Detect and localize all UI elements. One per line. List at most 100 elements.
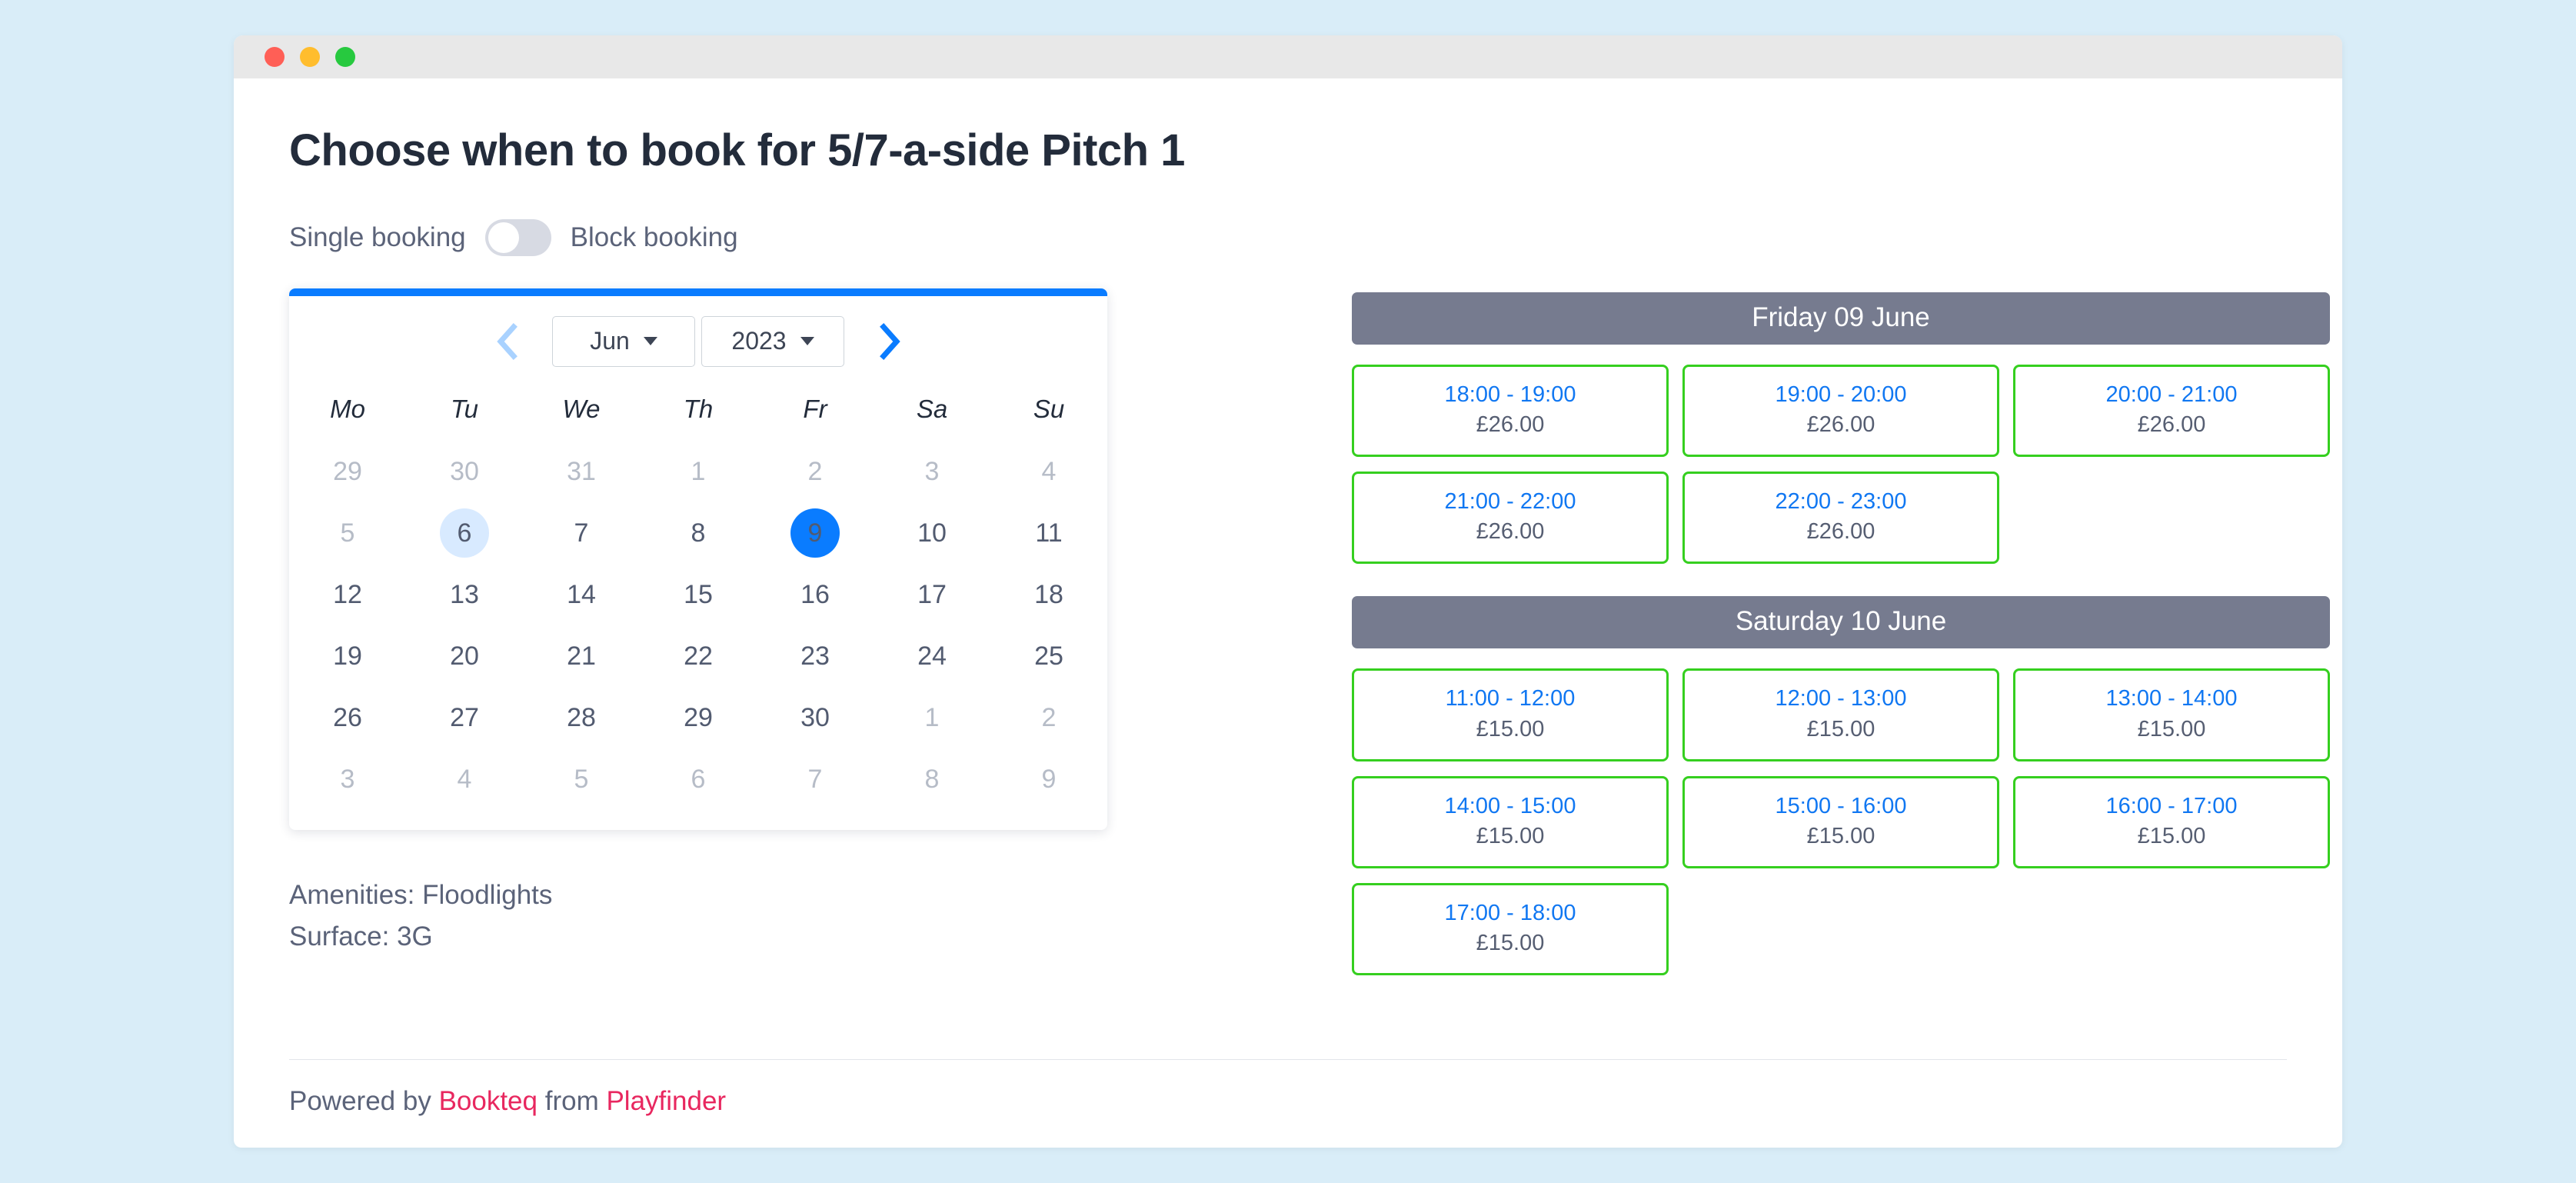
calendar-week-row: 3 4 5 6 7 8 9 xyxy=(289,748,1107,810)
time-slot-button[interactable]: 20:00 - 21:00 £26.00 xyxy=(2013,364,2330,458)
calendar-day[interactable]: 19 xyxy=(323,631,372,681)
time-slot-button[interactable]: 19:00 - 20:00 £26.00 xyxy=(1682,364,1999,458)
slot-day-group: Saturday 10 June 11:00 - 12:00 £15.00 12:00… xyxy=(1352,596,2330,976)
time-slot-button[interactable]: 21:00 - 22:00 £26.00 xyxy=(1352,472,1669,565)
time-slot-button[interactable]: 18:00 - 19:00 £26.00 xyxy=(1352,364,1669,458)
calendar-column: Jun 2023 Mo Tu We Th Fr Sa Su 29 30 31 1… xyxy=(289,288,1220,958)
calendar-day[interactable]: 16 xyxy=(790,570,840,619)
booking-mode-toggle-row: Single booking Block booking xyxy=(289,218,2287,256)
calendar-day-disabled: 5 xyxy=(340,518,355,548)
calendar-day-disabled: 2 xyxy=(1041,702,1057,732)
weekday-header: Sa xyxy=(916,394,948,423)
slot-time-label: 11:00 - 12:00 xyxy=(1445,686,1576,711)
slot-price-label: £26.00 xyxy=(1806,519,1875,545)
calendar-day-cell: 23 xyxy=(757,625,874,687)
calendar-day[interactable]: 18 xyxy=(1024,570,1073,619)
time-slot-button[interactable]: 15:00 - 16:00 £15.00 xyxy=(1682,775,1999,868)
time-slot-button[interactable]: 12:00 - 13:00 £15.00 xyxy=(1682,668,1999,761)
calendar-day[interactable]: 12 xyxy=(323,570,372,619)
slot-price-label: £15.00 xyxy=(1476,823,1545,848)
calendar-day-cell: 14 xyxy=(523,564,640,625)
calendar-day-disabled: 6 xyxy=(691,764,706,794)
calendar-day[interactable]: 28 xyxy=(557,693,606,742)
calendar-day[interactable]: 13 xyxy=(440,570,489,619)
calendar-day-disabled: 3 xyxy=(924,456,940,486)
calendar-body: 29 30 31 1 2 3 4 5 6 7 8 9 10 11 12 13 14 15 16 17 18 19 20 21 2… xyxy=(289,441,1107,810)
calendar-day[interactable]: 10 xyxy=(907,508,957,558)
slot-price-label: £15.00 xyxy=(1806,716,1875,741)
slot-price-label: £26.00 xyxy=(1806,412,1875,437)
calendar-day-cell: 5 xyxy=(523,748,640,810)
minimize-window-button[interactable] xyxy=(300,47,320,67)
calendar-day-disabled: 4 xyxy=(457,764,472,794)
calendar-day[interactable]: 21 xyxy=(557,631,606,681)
booking-mode-switch[interactable] xyxy=(484,218,551,256)
pitch-details: Amenities: Floodlights Surface: 3G xyxy=(289,875,1220,958)
time-slot-button[interactable]: 14:00 - 15:00 £15.00 xyxy=(1352,775,1669,868)
slot-time-label: 17:00 - 18:00 xyxy=(1444,900,1576,925)
slot-day-header: Friday 09 June xyxy=(1352,292,2330,345)
year-select-value: 2023 xyxy=(731,327,787,355)
calendar-day[interactable]: 27 xyxy=(440,693,489,742)
calendar-day-cell: 3 xyxy=(289,748,406,810)
time-slot-button[interactable]: 17:00 - 18:00 £15.00 xyxy=(1352,882,1669,976)
weekday-header: Tu xyxy=(450,394,479,423)
calendar-day[interactable]: 8 xyxy=(674,508,723,558)
calendar-week-row: 12 13 14 15 16 17 18 xyxy=(289,564,1107,625)
calendar-day[interactable]: 20 xyxy=(440,631,489,681)
close-window-button[interactable] xyxy=(265,47,285,67)
slot-time-label: 22:00 - 23:00 xyxy=(1775,489,1907,515)
calendar-day-cell: 30 xyxy=(757,687,874,748)
calendar-day-cell: 15 xyxy=(640,564,757,625)
slots-column: Friday 09 June 18:00 - 19:00 £26.00 19:00 -… xyxy=(1220,288,2330,976)
calendar-day-cell: 11 xyxy=(990,502,1107,564)
calendar-day[interactable]: 29 xyxy=(674,693,723,742)
calendar-day-cell: 3 xyxy=(874,441,990,502)
slot-price-label: £15.00 xyxy=(1476,931,1545,956)
calendar-day-disabled: 2 xyxy=(807,456,823,486)
calendar-day-cell: 12 xyxy=(289,564,406,625)
calendar-day-cell: 20 xyxy=(406,625,523,687)
calendar-day-cell: 17 xyxy=(874,564,990,625)
calendar-day[interactable]: 7 xyxy=(557,508,606,558)
time-slot-button[interactable]: 13:00 - 14:00 £15.00 xyxy=(2013,668,2330,761)
calendar-day-cell: 4 xyxy=(990,441,1107,502)
calendar-day[interactable]: 11 xyxy=(1024,508,1073,558)
calendar-day-disabled: 9 xyxy=(1041,764,1057,794)
calendar-grid: Mo Tu We Th Fr Sa Su 29 30 31 1 2 3 4 5 6 7 8 9 10 11… xyxy=(289,384,1107,810)
calendar-day[interactable]: 14 xyxy=(557,570,606,619)
chevron-right-icon[interactable] xyxy=(867,319,912,364)
page-content: Choose when to book for 5/7-a-side Pitch… xyxy=(234,78,2342,1148)
time-slot-button[interactable]: 11:00 - 12:00 £15.00 xyxy=(1352,668,1669,761)
time-slot-button[interactable]: 16:00 - 17:00 £15.00 xyxy=(2013,775,2330,868)
footer-middle: from xyxy=(537,1086,607,1116)
bookteq-link[interactable]: Bookteq xyxy=(439,1086,537,1116)
calendar-day[interactable]: 30 xyxy=(790,693,840,742)
calendar-day-cell: 6 xyxy=(640,748,757,810)
calendar-day[interactable]: 15 xyxy=(674,570,723,619)
maximize-window-button[interactable] xyxy=(335,47,355,67)
time-slot-button[interactable]: 22:00 - 23:00 £26.00 xyxy=(1682,472,1999,565)
year-select[interactable]: 2023 xyxy=(701,315,844,367)
chevron-left-icon[interactable] xyxy=(484,319,529,364)
calendar-day-cell: 9 xyxy=(990,748,1107,810)
calendar-day[interactable]: 22 xyxy=(674,631,723,681)
calendar-day[interactable]: 23 xyxy=(790,631,840,681)
date-picker-calendar: Jun 2023 Mo Tu We Th Fr Sa Su 29 30 31 1… xyxy=(289,288,1107,830)
calendar-day-cell: 1 xyxy=(874,687,990,748)
calendar-day-selected[interactable]: 9 xyxy=(790,508,840,558)
calendar-day[interactable]: 26 xyxy=(323,693,372,742)
calendar-day-cell: 10 xyxy=(874,502,990,564)
calendar-day-cell: 28 xyxy=(523,687,640,748)
month-select[interactable]: Jun xyxy=(552,315,695,367)
calendar-day[interactable]: 24 xyxy=(907,631,957,681)
slot-time-label: 14:00 - 15:00 xyxy=(1444,793,1576,818)
calendar-day-today[interactable]: 6 xyxy=(440,508,489,558)
calendar-day[interactable]: 25 xyxy=(1024,631,1073,681)
playfinder-link[interactable]: Playfinder xyxy=(606,1086,726,1116)
single-booking-label: Single booking xyxy=(289,222,466,253)
calendar-day-cell: 8 xyxy=(640,502,757,564)
calendar-day[interactable]: 17 xyxy=(907,570,957,619)
calendar-day-cell: 2 xyxy=(757,441,874,502)
block-booking-label: Block booking xyxy=(570,222,738,253)
